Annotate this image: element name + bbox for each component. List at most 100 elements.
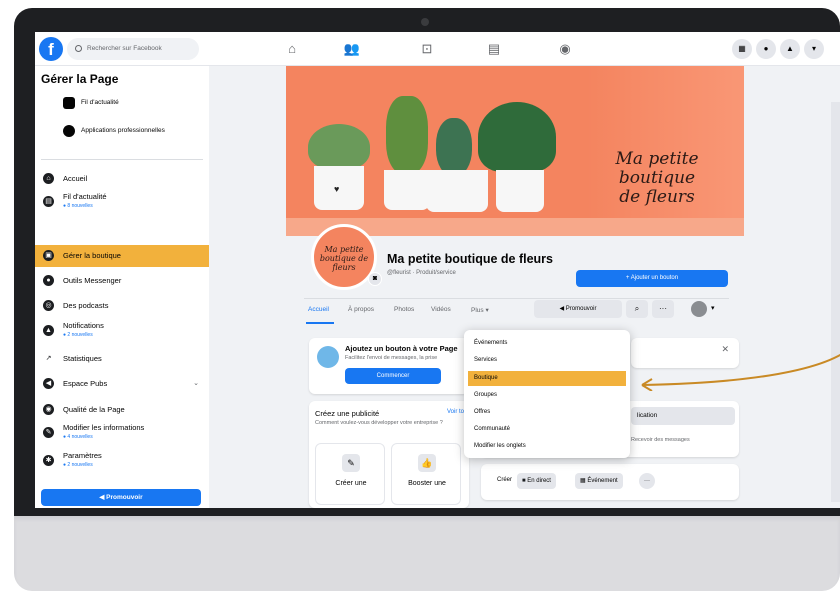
card-text: Comment voulez-vous développer votre ent… [315,420,443,426]
tab-about[interactable]: À propos [348,306,374,313]
dropdown-item-events[interactable]: Événements [468,336,626,351]
home-icon[interactable]: ⌂ [283,40,301,58]
sidebar-item-label: Espace Pubs [63,379,108,388]
header-divider [304,298,729,299]
tab-videos[interactable]: Vidéos [431,306,451,313]
live-label: En direct [527,478,551,484]
account-switcher[interactable]: ▾ [691,300,725,318]
sidebar-quick-link-business-apps[interactable]: Applications professionnelles [63,124,165,138]
menu-grid-icon[interactable]: ▦ [732,39,752,59]
event-label: Événement [587,478,618,484]
quick-link-label: Fil d'actualité [81,99,119,106]
cover-photo[interactable]: ♥ Ma petite boutique de fleurs [286,66,744,236]
search-icon [75,45,82,52]
dropdown-item-shop[interactable]: Boutique [468,371,626,386]
publish-button[interactable]: lication [631,407,735,425]
sidebar-item-podcasts[interactable]: ◎ Des podcasts [35,295,209,317]
sidebar-item-label: Accueil [63,174,88,183]
friends-icon[interactable]: 👥 [343,40,361,58]
avatar [691,301,707,317]
tab-photos[interactable]: Photos [394,306,414,313]
add-button-button[interactable]: + Ajouter un bouton [576,270,728,287]
groups-icon[interactable]: ◉ [556,40,574,58]
business-apps-icon [63,125,75,137]
screen: f Rechercher sur Facebook ⌂ 👥 ⊡ ▤ ◉ ▦ ● … [35,32,840,508]
event-button[interactable]: ▦ Événement [575,473,623,489]
sidebar-item-accueil[interactable]: ⌂ Accueil [35,168,209,190]
create-ad-tile[interactable]: ✎ Créer une [315,443,385,505]
sidebar-item-label: Des podcasts [63,301,109,310]
dropdown-item-offers[interactable]: Offres [468,405,626,420]
facebook-logo-icon[interactable]: f [39,37,63,61]
sidebar-item-notifications[interactable]: ▲ Notifications ● 2 nouvelles [35,320,209,342]
create-label: Créer [497,477,513,483]
sidebar-item-news-feed[interactable]: ▤ Fil d'actualité ● 8 nouvelles [35,191,209,213]
start-button[interactable]: Commencer [345,368,441,384]
promote-label: Promouvoir [106,494,143,501]
top-bar: f Rechercher sur Facebook ⌂ 👥 ⊡ ▤ ◉ ▦ ● … [35,32,840,66]
cactus-plant-image [436,118,472,176]
sidebar-item-settings[interactable]: ✱ Paramètres ● 2 nouvelles [35,450,209,472]
more-options-button[interactable]: ··· [652,300,674,318]
live-button[interactable]: ■ En direct [517,473,556,489]
watch-icon[interactable]: ⊡ [418,40,436,58]
heart-icon: ♥ [334,184,340,194]
sidebar-item-badge: ● 2 nouvelles [63,332,93,338]
trend-line-icon: ↗ [43,353,54,364]
notifications-bell-icon[interactable]: ▲ [780,39,800,59]
annotation-arrow-icon [641,353,840,391]
more-icon[interactable]: ··· [639,473,655,489]
news-feed-icon [63,97,75,109]
sidebar-item-label: Notifications [63,321,104,330]
marketplace-icon[interactable]: ▤ [485,40,503,58]
search-input[interactable]: Rechercher sur Facebook [67,38,199,60]
avatar-text: Ma petite boutique de fleurs [319,245,369,272]
cover-title: Ma petite boutique de fleurs [582,150,732,207]
sidebar-item-ads-center[interactable]: ◀ Espace Pubs ⌄ [35,373,209,395]
sidebar-item-label: Qualité de la Page [63,405,125,414]
sidebar-item-label: Statistiques [63,354,102,363]
quick-link-label: Applications professionnelles [81,127,165,134]
camera-icon[interactable]: ◙ [368,272,382,286]
sidebar-item-manage-shop[interactable]: ▣ Gérer la boutique [35,245,209,267]
monitor-chin [14,516,840,591]
card-title: Ajoutez un bouton à votre Page [345,344,458,353]
dropdown-item-community[interactable]: Communauté [468,422,626,437]
chevron-down-icon[interactable]: ⌄ [193,379,199,387]
search-icon: ⌕ [634,304,640,313]
composer-card: Créer ■ En direct ▦ Événement ··· [481,464,739,500]
promote-label: Promouvoir [565,306,597,312]
tile-label: Créer une [335,480,367,487]
pot-image [496,170,544,212]
sidebar-item-label: Modifier les informations [63,423,145,432]
podcast-icon: ◎ [43,300,54,311]
sidebar-item-edit-info[interactable]: ✎ Modifier les informations ● 4 nouvelle… [35,422,209,444]
promote-button[interactable]: ◀ Promouvoir [41,489,201,506]
sidebar-item-badge: ● 8 nouvelles [63,203,93,209]
sidebar-item-label: Paramètres [63,451,102,460]
cover-title-line: Ma petite boutique [615,149,699,188]
messenger-icon[interactable]: ● [756,39,776,59]
sidebar-item-badge: ● 4 nouvelles [63,434,93,440]
sidebar-item-messenger-tools[interactable]: ● Outils Messenger [35,270,209,292]
search-button[interactable]: ⌕ [626,300,648,318]
sidebar-quick-link-news-feed[interactable]: Fil d'actualité [63,96,119,110]
scrollbar[interactable] [831,102,840,502]
pot-image [426,170,488,212]
dropdown-item-groups[interactable]: Groupes [468,388,626,403]
boost-post-tile[interactable]: 👍 Booster une [391,443,461,505]
messenger-icon: ● [43,275,54,286]
promote-button[interactable]: ◀ Promouvoir [534,300,622,318]
add-button-card: Ajoutez un bouton à votre Page Facilitez… [309,338,469,394]
dropdown-item-services[interactable]: Services [468,353,626,368]
aloe-plant-image [478,102,556,172]
active-tab-underline [306,322,334,324]
sidebar-item-page-quality[interactable]: ◉ Qualité de la Page [35,399,209,421]
tab-more[interactable]: Plus ▾ [471,306,489,314]
dropdown-item-edit-tabs[interactable]: Modifier les onglets [468,439,626,454]
account-menu-icon[interactable]: ▾ [804,39,824,59]
sidebar-item-insights[interactable]: ↗ Statistiques [35,348,209,370]
caret-down-icon: ▾ [711,305,715,312]
tab-accueil[interactable]: Accueil [308,306,329,313]
tile-label: Booster une [408,480,446,487]
